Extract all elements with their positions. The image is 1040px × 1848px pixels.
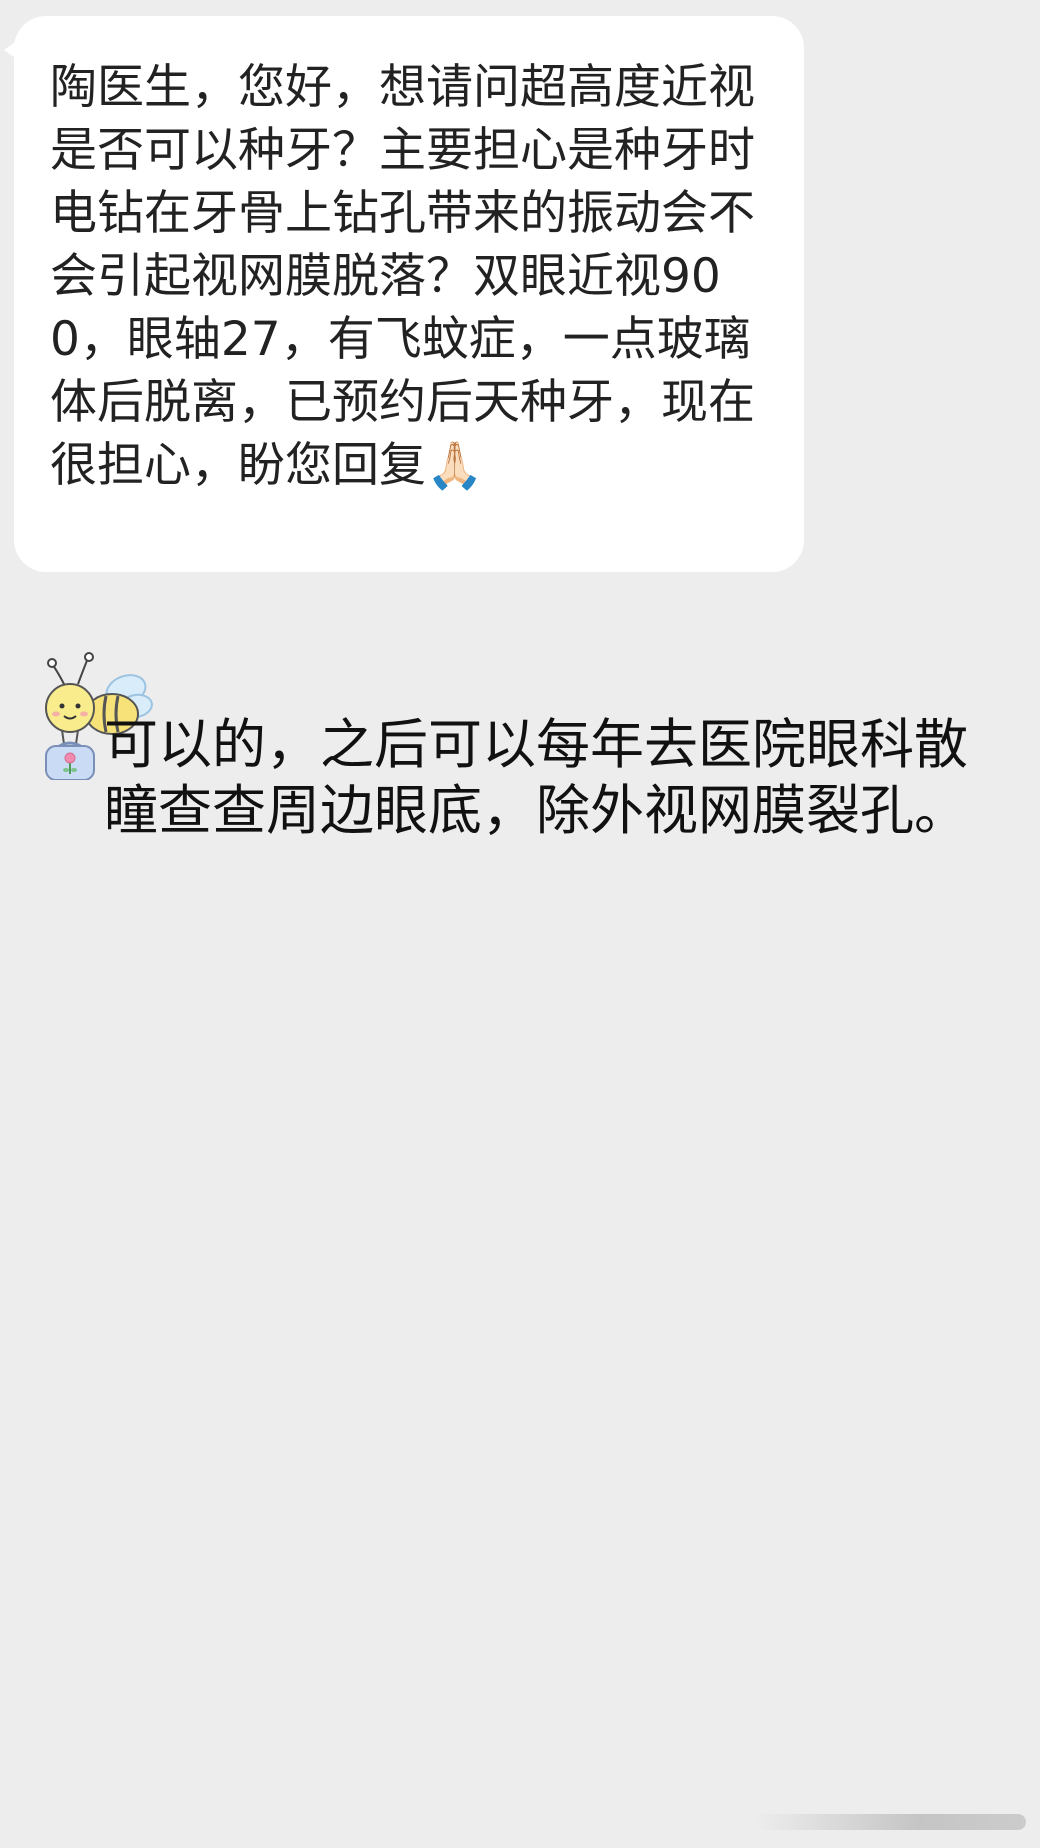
incoming-message-text: 陶医生，您好，想请问超高度近视是否可以种牙？主要担心是种牙时电钻在牙骨上钻孔带来…	[50, 56, 774, 497]
incoming-message-body: 陶医生，您好，想请问超高度近视是否可以种牙？主要担心是种牙时电钻在牙骨上钻孔带来…	[50, 60, 755, 493]
reply-message-text[interactable]: 可以的，之后可以每年去医院眼科散瞳查查周边眼底，除外视网膜裂孔。	[104, 712, 984, 844]
incoming-message-bubble[interactable]: 陶医生，您好，想请问超高度近视是否可以种牙？主要担心是种牙时电钻在牙骨上钻孔带来…	[4, 16, 804, 572]
scrollbar[interactable]	[756, 1814, 1026, 1830]
chat-conversation: 陶医生，您好，想请问超高度近视是否可以种牙？主要担心是种牙时电钻在牙骨上钻孔带来…	[0, 0, 1040, 1848]
bubble-tail	[4, 40, 18, 60]
folded-hands-emoji-icon: 🙏🏻	[426, 438, 484, 492]
